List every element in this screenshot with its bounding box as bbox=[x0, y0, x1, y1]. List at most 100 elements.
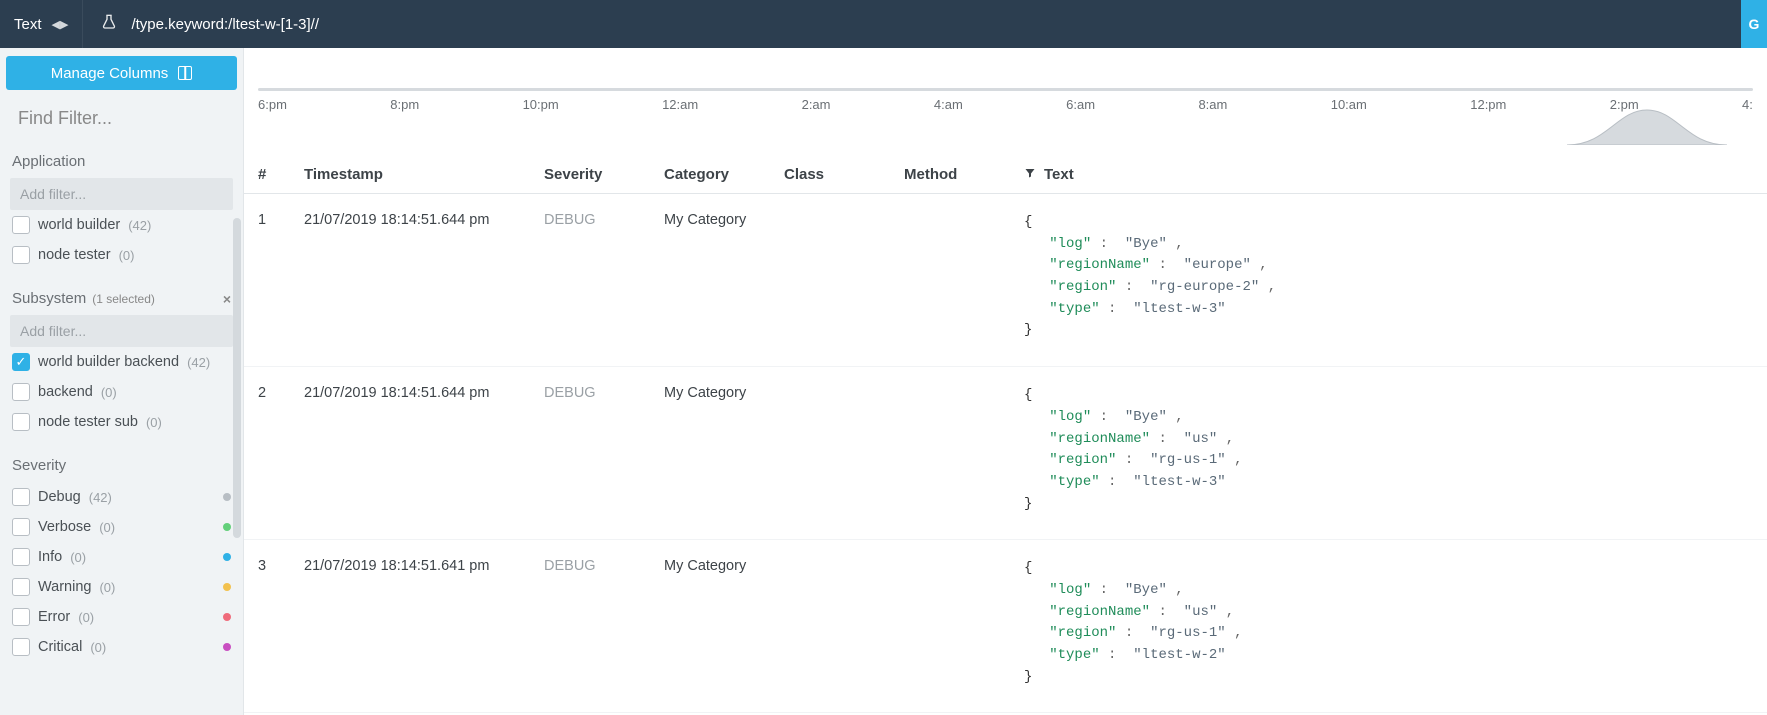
cell-severity: DEBUG bbox=[544, 212, 664, 342]
query-text: /type.keyword:/ltest-w-[1-3]// bbox=[131, 16, 319, 33]
timeline-tick: 10:pm bbox=[523, 97, 559, 112]
selected-note: (1 selected) bbox=[92, 292, 155, 306]
severity-dot bbox=[223, 643, 231, 651]
severity-dot bbox=[223, 553, 231, 561]
col-text[interactable]: Text bbox=[1024, 166, 1753, 183]
col-timestamp[interactable]: Timestamp bbox=[304, 166, 544, 183]
cell-class bbox=[784, 212, 904, 342]
filter-label: Verbose bbox=[38, 519, 91, 535]
checkbox[interactable] bbox=[12, 383, 30, 401]
filter-group-severity: Severity Debug (42)Verbose (0)Info (0)Wa… bbox=[0, 447, 243, 672]
timeline-tick: 10:am bbox=[1331, 97, 1367, 112]
cell-index: 2 bbox=[258, 385, 304, 515]
topbar: Text ◀▶ /type.keyword:/ltest-w-[1-3]// G bbox=[0, 0, 1767, 48]
add-filter-input[interactable] bbox=[10, 178, 233, 210]
cell-timestamp: 21/07/2019 18:14:51.641 pm bbox=[304, 558, 544, 688]
filter-count: (42) bbox=[128, 218, 151, 233]
filter-item[interactable]: backend (0) bbox=[10, 377, 233, 407]
sidebar: Manage Columns Application world builder… bbox=[0, 48, 244, 715]
manage-columns-button[interactable]: Manage Columns bbox=[6, 56, 237, 90]
filter-label: Debug bbox=[38, 489, 81, 505]
cell-text: { "log" : "Bye" , "regionName" : "us" , … bbox=[1024, 558, 1753, 688]
table-row[interactable]: 221/07/2019 18:14:51.644 pmDEBUGMy Categ… bbox=[244, 367, 1767, 540]
find-filter-input[interactable] bbox=[0, 100, 243, 143]
timeline-bump bbox=[1567, 105, 1727, 145]
cell-method bbox=[904, 558, 1024, 688]
col-method[interactable]: Method bbox=[904, 166, 1024, 183]
filter-count: (0) bbox=[99, 520, 115, 535]
col-severity[interactable]: Severity bbox=[544, 166, 664, 183]
timeline-tick: 8:am bbox=[1198, 97, 1227, 112]
flask-icon bbox=[101, 14, 117, 35]
col-index[interactable]: # bbox=[258, 166, 304, 183]
checkbox[interactable] bbox=[12, 216, 30, 234]
checkbox[interactable] bbox=[12, 548, 30, 566]
checkbox[interactable] bbox=[12, 608, 30, 626]
filter-item-severity[interactable]: Verbose (0) bbox=[10, 512, 233, 542]
filter-label: Error bbox=[38, 609, 70, 625]
filter-item-severity[interactable]: Error (0) bbox=[10, 602, 233, 632]
table-row[interactable]: 321/07/2019 18:14:51.641 pmDEBUGMy Categ… bbox=[244, 540, 1767, 713]
mode-label: Text bbox=[14, 16, 42, 33]
filter-item-severity[interactable]: Warning (0) bbox=[10, 572, 233, 602]
cell-severity: DEBUG bbox=[544, 558, 664, 688]
checkbox[interactable] bbox=[12, 246, 30, 264]
filter-label: world builder backend bbox=[38, 354, 179, 370]
manage-columns-label: Manage Columns bbox=[51, 65, 169, 82]
checkbox[interactable] bbox=[12, 488, 30, 506]
columns-icon bbox=[178, 66, 192, 80]
filter-item-severity[interactable]: Debug (42) bbox=[10, 482, 233, 512]
timeline-tick: 12:pm bbox=[1470, 97, 1506, 112]
col-category[interactable]: Category bbox=[664, 166, 784, 183]
filter-item[interactable]: ✓ world builder backend (42) bbox=[10, 347, 233, 377]
cell-text: { "log" : "Bye" , "regionName" : "us" , … bbox=[1024, 385, 1753, 515]
clear-icon[interactable]: × bbox=[223, 291, 231, 307]
severity-dot bbox=[223, 613, 231, 621]
main: 6:pm8:pm10:pm12:am2:am4:am6:am8:am10:am1… bbox=[244, 48, 1767, 715]
timeline-axis bbox=[258, 88, 1753, 91]
filter-item[interactable]: world builder (42) bbox=[10, 210, 233, 240]
checkbox[interactable]: ✓ bbox=[12, 353, 30, 371]
filter-count: (0) bbox=[99, 580, 115, 595]
severity-dot bbox=[223, 493, 231, 501]
cell-class bbox=[784, 558, 904, 688]
timeline[interactable]: 6:pm8:pm10:pm12:am2:am4:am6:am8:am10:am1… bbox=[244, 48, 1767, 148]
query-bar[interactable]: /type.keyword:/ltest-w-[1-3]// bbox=[82, 0, 319, 48]
filter-label: Info bbox=[38, 549, 62, 565]
filter-count: (0) bbox=[70, 550, 86, 565]
table-row[interactable]: 121/07/2019 18:14:51.644 pmDEBUGMy Categ… bbox=[244, 194, 1767, 367]
checkbox[interactable] bbox=[12, 413, 30, 431]
timeline-tick: 6:pm bbox=[258, 97, 287, 112]
group-title: Severity bbox=[12, 457, 66, 474]
filter-item-severity[interactable]: Info (0) bbox=[10, 542, 233, 572]
col-class[interactable]: Class bbox=[784, 166, 904, 183]
filter-item[interactable]: node tester (0) bbox=[10, 240, 233, 270]
checkbox[interactable] bbox=[12, 638, 30, 656]
mode-switch[interactable]: Text ◀▶ bbox=[0, 16, 82, 33]
table-header: # Timestamp Severity Category Class Meth… bbox=[244, 148, 1767, 194]
filter-count: (0) bbox=[101, 385, 117, 400]
checkbox[interactable] bbox=[12, 518, 30, 536]
cell-method bbox=[904, 212, 1024, 342]
filter-count: (0) bbox=[146, 415, 162, 430]
cell-text: { "log" : "Bye" , "regionName" : "europe… bbox=[1024, 212, 1753, 342]
filter-item[interactable]: node tester sub (0) bbox=[10, 407, 233, 437]
add-filter-input[interactable] bbox=[10, 315, 233, 347]
scrollbar[interactable] bbox=[233, 218, 241, 538]
timeline-ticks: 6:pm8:pm10:pm12:am2:am4:am6:am8:am10:am1… bbox=[258, 97, 1753, 112]
filter-count: (42) bbox=[187, 355, 210, 370]
cell-timestamp: 21/07/2019 18:14:51.644 pm bbox=[304, 212, 544, 342]
filter-item-severity[interactable]: Critical (0) bbox=[10, 632, 233, 662]
timeline-tick: 12:am bbox=[662, 97, 698, 112]
timeline-tick: 2:am bbox=[802, 97, 831, 112]
table-body: 121/07/2019 18:14:51.644 pmDEBUGMy Categ… bbox=[244, 194, 1767, 715]
filter-label: Critical bbox=[38, 639, 82, 655]
checkbox[interactable] bbox=[12, 578, 30, 596]
group-title: Application bbox=[12, 153, 85, 170]
right-rail-button[interactable]: G bbox=[1741, 0, 1767, 48]
filter-label: backend bbox=[38, 384, 93, 400]
filter-count: (42) bbox=[89, 490, 112, 505]
cell-index: 1 bbox=[258, 212, 304, 342]
timeline-tick: 6:am bbox=[1066, 97, 1095, 112]
funnel-icon bbox=[1024, 167, 1036, 182]
